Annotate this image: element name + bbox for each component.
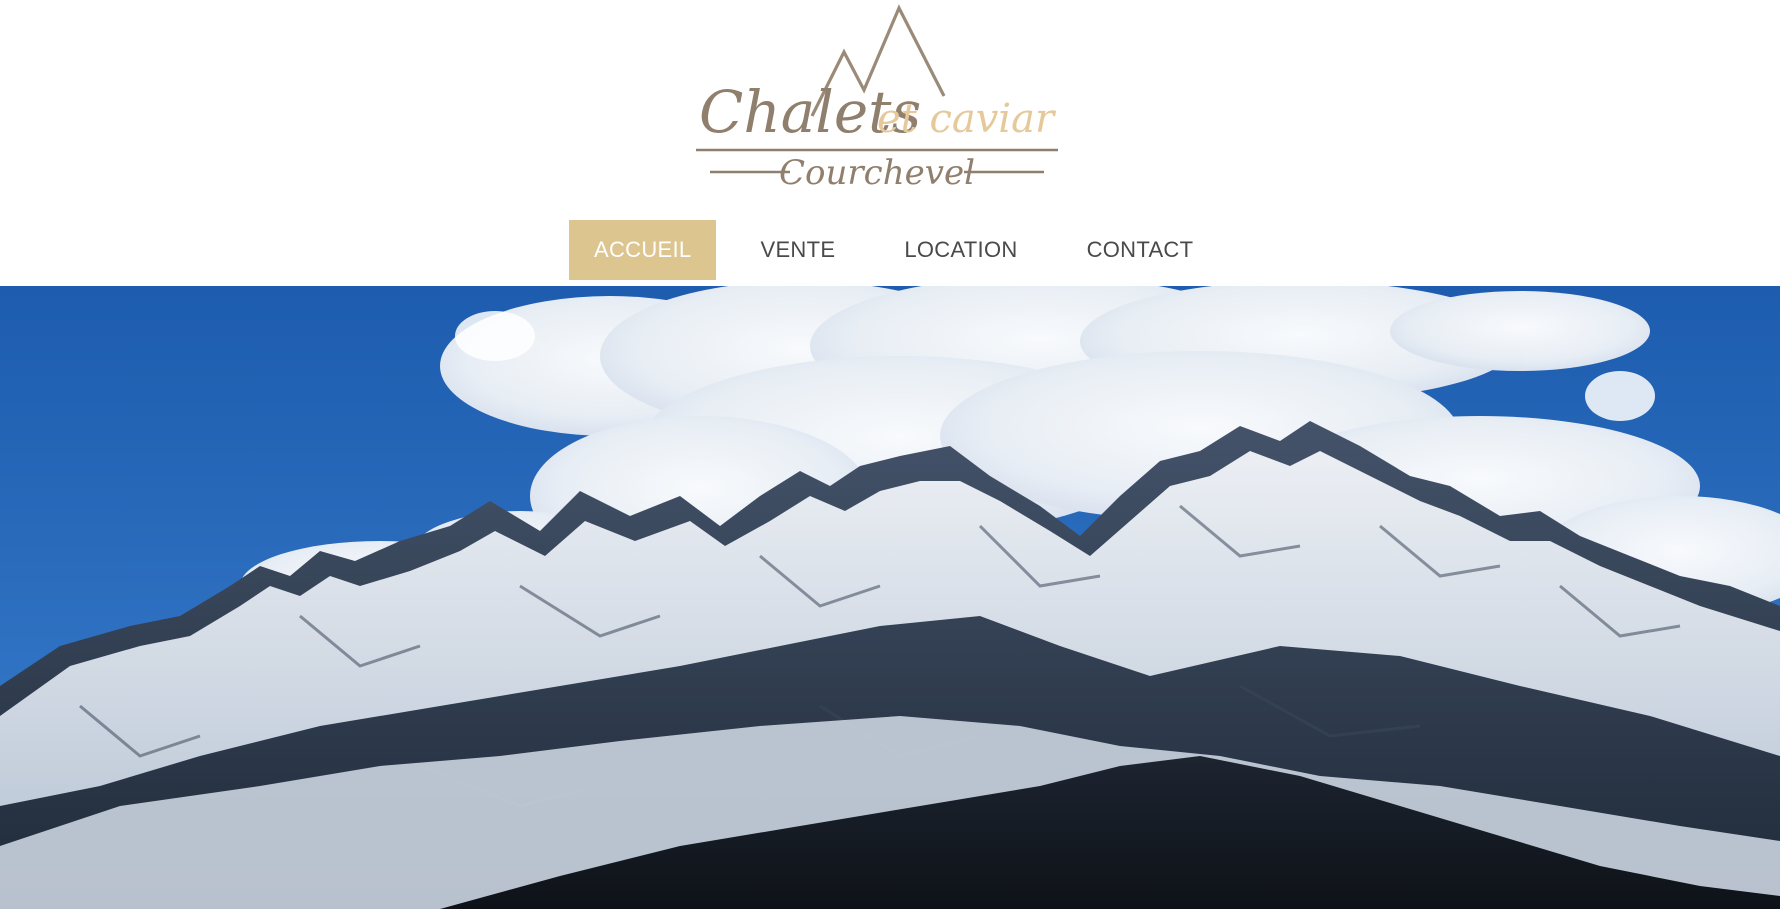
- main-nav: ACCUEIL VENTE LOCATION CONTACT: [569, 220, 1237, 280]
- hero-mountain-image: [0, 286, 1780, 909]
- site-header: Chalets et caviar Courchevel ACCUEIL VEN…: [0, 0, 1780, 286]
- nav-item-vente[interactable]: VENTE: [735, 220, 860, 280]
- hero-banner: [0, 286, 1780, 909]
- nav-item-location[interactable]: LOCATION: [879, 220, 1042, 280]
- page: Chalets et caviar Courchevel ACCUEIL VEN…: [0, 0, 1780, 909]
- logo-graphic: Chalets et caviar Courchevel: [696, 4, 1058, 193]
- nav-item-accueil[interactable]: ACCUEIL: [569, 220, 717, 280]
- site-logo[interactable]: Chalets et caviar Courchevel: [694, 4, 1060, 194]
- logo-title-part2: et caviar: [877, 96, 1057, 142]
- logo-subtitle: Courchevel: [779, 153, 975, 193]
- nav-item-contact[interactable]: CONTACT: [1062, 220, 1219, 280]
